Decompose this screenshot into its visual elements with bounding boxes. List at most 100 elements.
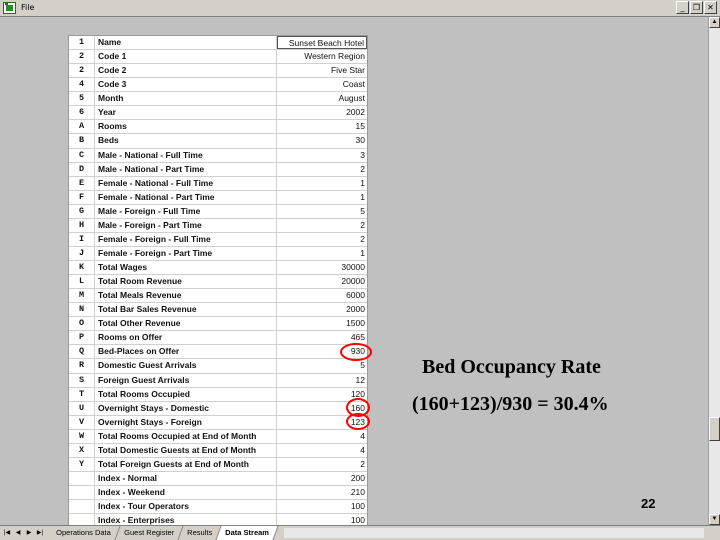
row-label[interactable]: Foreign Guest Arrivals	[95, 373, 277, 387]
row-value[interactable]: August	[277, 92, 367, 105]
last-sheet-icon[interactable]: ▶|	[35, 528, 45, 538]
row-value[interactable]: 1	[277, 177, 367, 190]
tab-operations-data[interactable]: Operations Data	[47, 526, 121, 540]
row-value[interactable]: 15	[277, 120, 367, 133]
row-label[interactable]: Male - Foreign - Part Time	[95, 218, 277, 232]
row-code[interactable]: Y	[69, 457, 95, 471]
row-label[interactable]: Rooms on Offer	[95, 331, 277, 345]
vertical-scrollbar[interactable]: ▲ ▼	[708, 17, 720, 525]
row-value[interactable]: Sunset Beach Hotel	[277, 36, 367, 50]
row-code[interactable]	[69, 500, 95, 514]
row-value[interactable]: 12	[277, 374, 367, 387]
row-code[interactable]: A	[69, 120, 95, 134]
row-code[interactable]: B	[69, 134, 95, 148]
row-label[interactable]: Female - Foreign - Full Time	[95, 232, 277, 246]
excel-icon[interactable]	[3, 2, 16, 14]
row-label[interactable]: Rooms	[95, 120, 277, 134]
row-label[interactable]: Total Meals Revenue	[95, 289, 277, 303]
row-value[interactable]: 2	[277, 458, 367, 471]
row-code[interactable]: C	[69, 148, 95, 162]
scroll-down-icon[interactable]: ▼	[709, 514, 720, 525]
row-label[interactable]: Total Rooms Occupied	[95, 387, 277, 401]
row-code[interactable]: I	[69, 232, 95, 246]
row-value[interactable]: 30000	[277, 261, 367, 274]
row-code[interactable]: 4	[69, 78, 95, 92]
row-label[interactable]: Female - National - Full Time	[95, 176, 277, 190]
row-code[interactable]: P	[69, 331, 95, 345]
row-value[interactable]: 1	[277, 191, 367, 204]
row-code[interactable]: D	[69, 162, 95, 176]
row-label[interactable]: Code 3	[95, 78, 277, 92]
row-code[interactable]: N	[69, 303, 95, 317]
row-label[interactable]: Female - National - Part Time	[95, 190, 277, 204]
row-value[interactable]: 4	[277, 444, 367, 457]
row-label[interactable]: Month	[95, 92, 277, 106]
row-label[interactable]: Total Other Revenue	[95, 317, 277, 331]
row-value[interactable]: 200	[277, 472, 367, 485]
restore-icon[interactable]: ❐	[690, 1, 703, 14]
row-value[interactable]: 2	[277, 233, 367, 246]
row-code[interactable]: 6	[69, 106, 95, 120]
row-label[interactable]: Code 1	[95, 50, 277, 64]
tab-guest-register[interactable]: Guest Register	[115, 526, 184, 540]
row-label[interactable]: Total Rooms Occupied at End of Month	[95, 429, 277, 443]
row-value[interactable]: Five Star	[277, 64, 367, 77]
scroll-thumb[interactable]	[709, 417, 720, 441]
row-value[interactable]: 20000	[277, 275, 367, 288]
row-value[interactable]: 6000	[277, 289, 367, 302]
row-label[interactable]: Male - National - Full Time	[95, 148, 277, 162]
row-code[interactable]: K	[69, 261, 95, 275]
row-value[interactable]: 2	[277, 219, 367, 232]
first-sheet-icon[interactable]: |◀	[2, 528, 12, 538]
row-label[interactable]: Male - National - Part Time	[95, 162, 277, 176]
row-value[interactable]: 5	[277, 205, 367, 218]
row-code[interactable]: H	[69, 218, 95, 232]
row-value[interactable]: 4	[277, 430, 367, 443]
horizontal-scrollbar[interactable]	[284, 528, 704, 538]
row-value[interactable]: Coast	[277, 78, 367, 91]
row-label[interactable]: Beds	[95, 134, 277, 148]
row-code[interactable]: M	[69, 289, 95, 303]
row-code[interactable]: Q	[69, 345, 95, 359]
row-label[interactable]: Year	[95, 106, 277, 120]
row-value[interactable]: 1	[277, 247, 367, 260]
row-code[interactable]: O	[69, 317, 95, 331]
row-label[interactable]: Name	[95, 36, 277, 50]
row-value[interactable]: Western Region	[277, 50, 367, 63]
row-code[interactable]: U	[69, 401, 95, 415]
row-value[interactable]: 210	[277, 486, 367, 499]
next-sheet-icon[interactable]: ▶	[24, 528, 34, 538]
prev-sheet-icon[interactable]: ◀	[13, 528, 23, 538]
scroll-up-icon[interactable]: ▲	[709, 17, 720, 28]
row-code[interactable]: 2	[69, 64, 95, 78]
row-value[interactable]: 2	[277, 163, 367, 176]
row-code[interactable]	[69, 471, 95, 485]
row-code[interactable]: R	[69, 359, 95, 373]
file-menu[interactable]: File	[21, 3, 34, 12]
row-label[interactable]: Code 2	[95, 64, 277, 78]
row-code[interactable]: G	[69, 204, 95, 218]
row-value[interactable]: 2002	[277, 106, 367, 119]
row-code[interactable]: V	[69, 415, 95, 429]
row-label[interactable]: Female - Foreign - Part Time	[95, 246, 277, 260]
minimize-icon[interactable]: _	[676, 1, 689, 14]
row-label[interactable]: Male - Foreign - Full Time	[95, 204, 277, 218]
row-value[interactable]: 3	[277, 149, 367, 162]
row-code[interactable]	[69, 486, 95, 500]
row-code[interactable]: W	[69, 429, 95, 443]
row-value[interactable]: 2000	[277, 303, 367, 316]
row-code[interactable]: 2	[69, 50, 95, 64]
row-code[interactable]: X	[69, 443, 95, 457]
row-label[interactable]: Bed-Places on Offer	[95, 345, 277, 359]
row-value[interactable]: 5	[277, 359, 367, 372]
row-code[interactable]: S	[69, 373, 95, 387]
row-code[interactable]: L	[69, 275, 95, 289]
row-label[interactable]: Index - Weekend	[95, 486, 277, 500]
row-code[interactable]: 5	[69, 92, 95, 106]
row-label[interactable]: Total Foreign Guests at End of Month	[95, 457, 277, 471]
row-label[interactable]: Domestic Guest Arrivals	[95, 359, 277, 373]
row-code[interactable]: F	[69, 190, 95, 204]
row-label[interactable]: Overnight Stays - Foreign	[95, 415, 277, 429]
row-code[interactable]: J	[69, 246, 95, 260]
tab-results[interactable]: Results	[178, 526, 222, 540]
